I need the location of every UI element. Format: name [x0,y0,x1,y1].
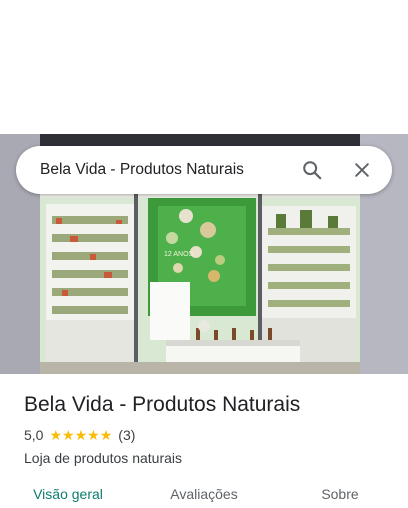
search-icon[interactable] [294,152,330,188]
close-icon[interactable] [344,152,380,188]
star-icon: ★ [99,427,113,443]
star-icon: ★ [87,427,100,443]
place-title: Bela Vida - Produtos Naturais [24,393,301,416]
place-info: Bela Vida - Produtos Naturais 5,0 ★ ★ ★ … [24,392,394,467]
star-icon: ★ [74,427,88,443]
star-rating: ★ ★ ★ ★ ★ [49,428,112,442]
wall-sign-text: 12 ANOS [164,251,194,258]
search-input[interactable]: Bela Vida - Produtos Naturais [40,161,280,179]
search-bar[interactable]: Bela Vida - Produtos Naturais [16,146,392,194]
rating-value: 5,0 [24,427,44,443]
place-tabs: Visão geral Avaliações Sobre [0,476,408,508]
star-icon: ★ [62,427,75,443]
tab-about[interactable]: Sobre [272,476,408,508]
review-count[interactable]: (3) [118,426,135,444]
map-blank-area [0,0,408,134]
place-category: Loja de produtos naturais [24,450,182,466]
star-icon: ★ [49,427,63,443]
tab-overview[interactable]: Visão geral [0,476,136,508]
rating-row[interactable]: 5,0 ★ ★ ★ ★ ★ (3) [24,426,394,444]
tab-reviews[interactable]: Avaliações [136,476,272,508]
